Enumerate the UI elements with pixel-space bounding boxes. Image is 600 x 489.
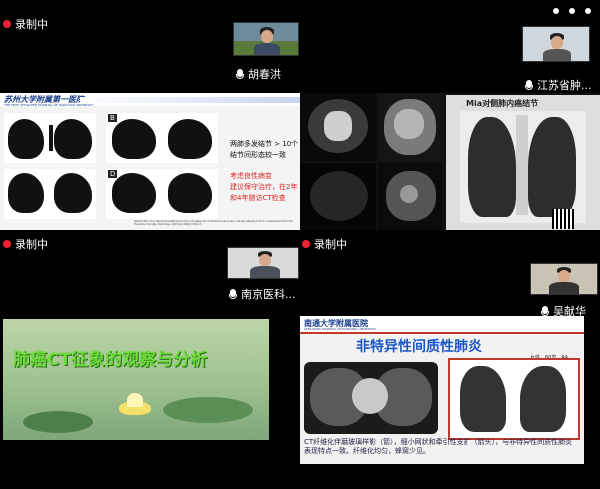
shared-slide-top-right: Mia对侧肺内癌结节 — [300, 93, 600, 230]
slide-text-red-3: 和4年随访CT检查 — [230, 194, 286, 202]
record-dot-icon — [3, 240, 11, 248]
recording-indicator: 录制中 — [3, 236, 48, 252]
participant-video-4[interactable] — [530, 263, 598, 295]
xray-panel: Mia对侧肺内癌结节 — [446, 95, 600, 230]
shared-slide-bottom-left: 肺癌CT征象的观察与分析 — [3, 319, 269, 440]
ct-panel-b: B — [106, 113, 218, 163]
window-control-dot[interactable] — [553, 8, 559, 14]
window-controls — [553, 8, 591, 14]
lotus-flower-icon — [115, 393, 155, 417]
slide-title: 非特异性间质性肺炎 — [356, 339, 482, 355]
slide-header-en: THE FIRST AFFILIATED HOSPITAL OF SOOCHOW… — [4, 103, 94, 107]
recording-indicator: 录制中 — [302, 236, 347, 252]
microphone-icon[interactable] — [525, 79, 533, 91]
ct-panel-a — [4, 113, 96, 163]
slide-caption: CT纤维化伴磨玻璃样影（箭），细小网状和牵引性支扩（箭头），与非特异性间质性肺炎… — [304, 438, 573, 455]
slide-reference: Naidich DP, et al. Recommendations for t… — [134, 220, 293, 226]
ct-image-1 — [300, 93, 376, 161]
lily-pad — [23, 411, 93, 433]
record-dot-icon — [302, 240, 310, 248]
recording-label: 录制中 — [15, 18, 48, 31]
recording-indicator: 录制中 — [3, 16, 48, 32]
microphone-icon[interactable] — [229, 288, 237, 300]
window-control-dot[interactable] — [585, 8, 591, 14]
participant-video-2[interactable] — [522, 26, 590, 62]
ct-panel-d: D — [106, 169, 218, 219]
qr-code-icon — [552, 209, 574, 229]
slide-text-red-2: 建议保守治疗，在2年 — [230, 183, 298, 191]
shared-slide-bottom-right: 南通大学附属医院 AFFILIATED HOSPITAL OF NANTONG … — [300, 316, 584, 464]
participant-name-1: 胡春洪 — [236, 66, 281, 82]
microphone-icon[interactable] — [541, 305, 549, 317]
participant-video-1[interactable] — [233, 22, 299, 56]
record-dot-icon — [3, 20, 11, 28]
participant-name-text: 江苏省肿... — [537, 79, 592, 92]
xray-image-nsip — [448, 358, 580, 440]
participant-name-2: 江苏省肿... — [525, 77, 592, 93]
panel-label: B — [108, 114, 117, 122]
window-control-dot[interactable] — [569, 8, 575, 14]
participant-video-3[interactable] — [227, 247, 299, 279]
ct-panel-c — [4, 169, 96, 219]
slide-title: 肺癌CT征象的观察与分析 — [13, 350, 208, 370]
ct-image-2 — [378, 93, 442, 161]
ct-image-4 — [378, 163, 442, 230]
participant-name-text: 南京医科... — [241, 288, 296, 301]
slide-header-en: AFFILIATED HOSPITAL OF NANTONG UNIVERSIT… — [304, 327, 377, 331]
slide-text-1: 两肺多发结节 > 10个 — [230, 140, 299, 148]
recording-label: 录制中 — [15, 238, 48, 251]
participant-name-text: 胡春洪 — [248, 68, 281, 81]
participant-name-3: 南京医科... — [229, 286, 296, 302]
lily-pad — [163, 397, 253, 423]
recording-label: 录制中 — [314, 238, 347, 251]
panel-label: D — [108, 170, 118, 178]
slide-title: Mia对侧肺内癌结节 — [466, 99, 539, 108]
microphone-icon[interactable] — [236, 68, 244, 80]
ct-image-nsip — [304, 362, 438, 434]
shared-slide-top-left: 苏州大学附属第一医院 THE FIRST AFFILIATED HOSPITAL… — [0, 93, 300, 230]
slide-text-red-1: 考虑良性病变 — [230, 172, 272, 180]
slide-text-2: 结节间形态较一致 — [230, 151, 286, 159]
ct-image-3 — [300, 163, 376, 230]
